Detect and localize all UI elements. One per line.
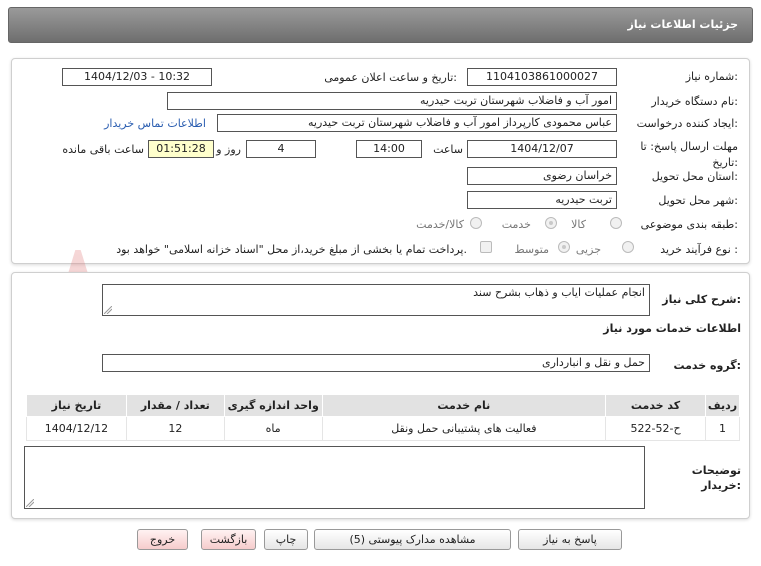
cell-quantity: 12 [125,416,225,441]
buyer-label: نام دستگاه خریدار: [651,95,738,108]
services-section-title: اطلاعات خدمات مورد نیاز [603,322,741,335]
cell-service-name: فعالیت های پشتیبانی حمل ونقل [321,416,607,441]
deadline-date-field: 1404/12/07 [467,140,617,158]
need-number-field: 1104103861000027 [467,68,617,86]
summary-label: شرح کلی نیاز: [662,293,741,306]
creator-field: عباس محمودی کارپرداز امور آب و فاضلاب شه… [217,114,617,132]
deadline-time-label: ساعت [433,143,463,156]
process-option-minor: جزیی [575,243,601,256]
service-group-field: حمل و نقل و انبارداری [102,354,650,372]
need-number-label: شماره نیاز: [685,70,738,83]
attachments-button[interactable]: مشاهده مدارک پیوستی (5) [314,529,511,550]
service-group-label: گروه خدمت: [673,359,741,372]
category-radio-service[interactable] [545,217,557,229]
cell-unit: ماه [223,416,323,441]
buyer-field: امور آب و فاضلاب شهرستان تربت حیدریه [167,92,617,110]
city-field: تربت حیدریه [467,191,617,209]
treasury-checkbox[interactable] [480,241,492,253]
buyer-contact-link[interactable]: اطلاعات تماس خریدار [104,117,206,130]
print-button[interactable]: چاپ [264,529,308,550]
province-label: استان محل تحویل: [651,170,738,183]
buyer-notes-field [24,446,645,509]
reply-button[interactable]: پاسخ به نیاز [518,529,622,550]
process-option-medium: متوسط [514,243,549,256]
notes-resize-grip-icon[interactable] [26,499,34,507]
remaining-time-field: 01:51:28 [148,140,214,158]
announce-label: تاریخ و ساعت اعلان عمومی: [324,71,457,84]
cell-row: 1 [704,416,741,441]
category-radio-goods-service[interactable] [470,217,482,229]
category-label: طبقه بندی موضوعی: [640,218,738,231]
col-row: ردیف [704,394,741,417]
back-button[interactable]: بازگشت [201,529,256,550]
cell-service-code: ح-52-522 [605,416,706,441]
table-row: 1404/12/12 12 ماه فعالیت های پشتیبانی حم… [26,416,741,441]
category-option-goods: کالا [571,218,586,231]
process-radio-minor[interactable] [622,241,634,253]
page-title: جزئیات اطلاعات نیاز [627,18,739,31]
process-radio-medium[interactable] [558,241,570,253]
category-option-goods-service: کالا/خدمت [416,218,464,231]
table-header-row: تاریخ نیاز تعداد / مقدار واحد اندازه گیر… [26,394,741,417]
city-label: شهر محل تحویل: [658,194,738,207]
exit-button[interactable]: خروج [137,529,188,550]
payment-note: پرداخت تمام یا بخشی از مبلغ خرید،از محل … [116,243,467,256]
days-label: روز و [216,143,241,156]
process-label: نوع فرآیند خرید : [660,243,738,256]
days-field: 4 [246,140,316,158]
col-need-date: تاریخ نیاز [26,394,127,417]
page-header: جزئیات اطلاعات نیاز [8,7,753,43]
province-field: خراسان رضوی [467,167,617,185]
buyer-notes-label: توضیحات خریدار: [691,464,741,492]
deadline-label: مهلت ارسال پاسخ: تا تاریخ: [640,140,738,169]
cell-need-date: 1404/12/12 [26,416,127,441]
remaining-label: ساعت باقی مانده [62,143,144,156]
resize-grip-icon[interactable] [104,306,112,314]
deadline-time-field: 14:00 [356,140,422,158]
creator-label: ایجاد کننده درخواست: [636,117,738,130]
category-option-service: خدمت [501,218,531,231]
summary-field: انجام عملیات ایاب و ذهاب بشرح سند [102,284,650,316]
col-unit: واحد اندازه گیری [223,394,323,417]
col-service-code: کد خدمت [605,394,706,417]
services-table: تاریخ نیاز تعداد / مقدار واحد اندازه گیر… [26,394,741,441]
category-radio-goods[interactable] [610,217,622,229]
col-quantity: تعداد / مقدار [125,394,225,417]
col-service-name: نام خدمت [321,394,607,417]
announce-field: 1404/12/03 - 10:32 [62,68,212,86]
